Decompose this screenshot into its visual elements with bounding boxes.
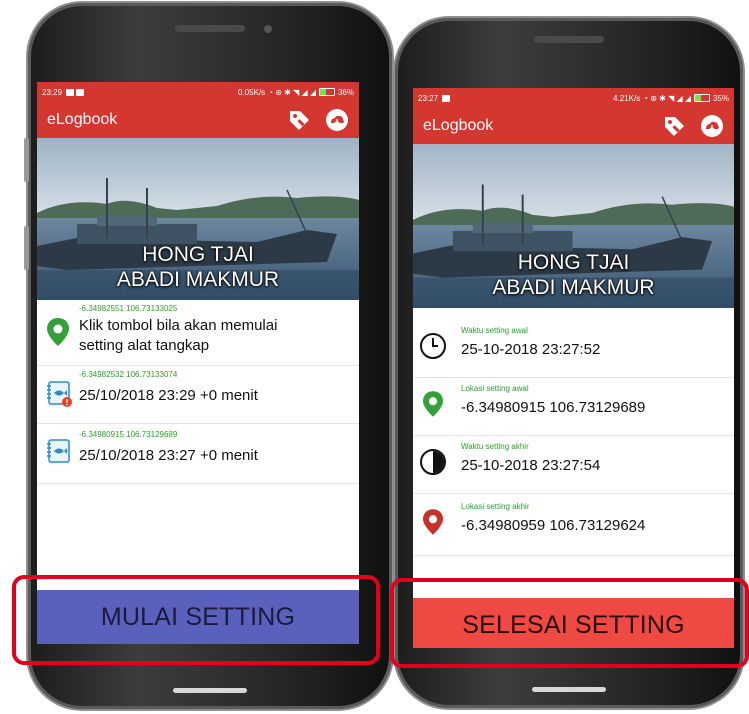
battery-percent: 35%: [712, 93, 729, 103]
entry-value: -6.34980915 106.73129689: [461, 399, 646, 416]
entry-text-line1: Klik tombol bila akan memulai: [79, 317, 278, 334]
speaker-grille: [534, 36, 604, 43]
boat-name: HONG TJAI ABADI MAKMUR: [413, 250, 734, 300]
entry-text-line2: setting alat tangkap: [79, 337, 210, 354]
status-bar: 23:29 0.05K/s ◔ ⊛ ✱ ◥ ◢ ◢ 36%: [37, 82, 359, 102]
list-item[interactable]: -6.34982532 106.73133074 25/10/2018 23:2…: [37, 366, 359, 424]
status-bar: 23:27 4.21K/s ◔ ⊛ ✱ ◥ ◢ ◢ 35%: [413, 88, 734, 108]
highlight-box-left: [12, 575, 380, 665]
volume-button: [24, 138, 29, 182]
app-bar: eLogbook: [413, 108, 734, 144]
network-speed: 4.21K/s: [613, 93, 641, 103]
list-item: Waktu setting awal 25-10-2018 23:27:52: [413, 320, 734, 378]
signal-icon: ◔ ⊛ ✱ ◥ ◢ ◢: [268, 87, 316, 97]
boat-name: HONG TJAI ABADI MAKMUR: [37, 242, 359, 292]
battery-icon: [693, 94, 710, 102]
notification-icon: [442, 94, 451, 102]
right-phone-screen: 23:27 4.21K/s ◔ ⊛ ✱ ◥ ◢ ◢ 35% eLogbook H…: [413, 88, 734, 648]
front-camera: [264, 25, 272, 33]
entry-timestamp: 25/10/2018 23:29 +0 menit: [79, 387, 258, 404]
clock-filled-icon: [420, 449, 446, 475]
entry-value: -6.34980959 106.73129624: [461, 517, 646, 534]
battery-percent: 36%: [337, 87, 354, 97]
boat-name-line1: HONG TJAI: [142, 243, 254, 266]
battery-icon: [318, 88, 335, 96]
cloud-sync-icon[interactable]: [325, 108, 349, 132]
entry-value: 25-10-2018 23:27:54: [461, 457, 601, 474]
list-item: Lokasi setting akhir -6.34980959 106.731…: [413, 494, 734, 556]
home-indicator[interactable]: [173, 688, 247, 693]
list-item: Lokasi setting awal -6.34980915 106.7312…: [413, 378, 734, 436]
list-item: Waktu setting akhir 25-10-2018 23:27:54: [413, 436, 734, 494]
boat-name-line2: ABADI MAKMUR: [116, 268, 280, 291]
status-time: 23:27: [418, 93, 439, 103]
status-right: 4.21K/s ◔ ⊛ ✱ ◥ ◢ ◢ 35%: [613, 94, 729, 103]
boat-name-line1: HONG TJAI: [517, 251, 630, 274]
notification-icon: [76, 88, 85, 96]
app-title: eLogbook: [47, 111, 118, 128]
location-pin-green-icon: [423, 391, 443, 417]
entry-coordinates: -6.34982532 106.73133074: [79, 370, 178, 379]
entry-label: Lokasi setting akhir: [461, 502, 530, 511]
entry-coordinates: -6.34982551 106.73133025: [79, 304, 178, 313]
highlight-box-right: [390, 578, 749, 668]
left-phone-screen: 23:29 0.05K/s ◔ ⊛ ✱ ◥ ◢ ◢ 36% eLogbook H…: [37, 82, 359, 644]
entry-value: 25-10-2018 23:27:52: [461, 341, 601, 358]
clock-icon: [420, 333, 446, 359]
boat-photo-banner: HONG TJAI ABADI MAKMUR: [37, 138, 359, 300]
boat-photo-banner: HONG TJAI ABADI MAKMUR: [413, 144, 734, 308]
fishing-log-icon: [47, 439, 70, 463]
boat-name-line2: ABADI MAKMUR: [492, 276, 655, 299]
cloud-sync-icon[interactable]: [700, 114, 724, 138]
power-button: [24, 226, 29, 270]
list-item[interactable]: -6.34982551 106.73133025 Klik tombol bil…: [37, 300, 359, 366]
entry-label: Lokasi setting awal: [461, 384, 529, 393]
home-indicator[interactable]: [532, 687, 606, 692]
app-title: eLogbook: [423, 117, 494, 134]
entry-label: Waktu setting awal: [461, 326, 528, 335]
tag-icon[interactable]: [662, 114, 686, 138]
app-bar: eLogbook: [37, 102, 359, 138]
list-item[interactable]: -6.34980915 106.73129689 25/10/2018 23:2…: [37, 424, 359, 484]
activity-list: -6.34982551 106.73133025 Klik tombol bil…: [37, 300, 359, 484]
fishing-log-alert-icon: [47, 381, 72, 407]
notification-icon: [66, 88, 75, 96]
status-right: 0.05K/s ◔ ⊛ ✱ ◥ ◢ ◢ 36%: [238, 88, 354, 97]
status-time: 23:29: [42, 87, 63, 97]
signal-icon: ◔ ⊛ ✱ ◥ ◢ ◢: [643, 93, 691, 103]
setting-details-list: Waktu setting awal 25-10-2018 23:27:52 L…: [413, 320, 734, 556]
tag-icon[interactable]: [287, 108, 311, 132]
speaker-grille: [175, 25, 245, 32]
entry-coordinates: -6.34980915 106.73129689: [79, 430, 178, 439]
network-speed: 0.05K/s: [238, 87, 266, 97]
location-pin-icon: [47, 318, 69, 346]
entry-label: Waktu setting akhir: [461, 442, 529, 451]
location-pin-red-icon: [423, 509, 443, 535]
entry-timestamp: 25/10/2018 23:27 +0 menit: [79, 447, 258, 464]
